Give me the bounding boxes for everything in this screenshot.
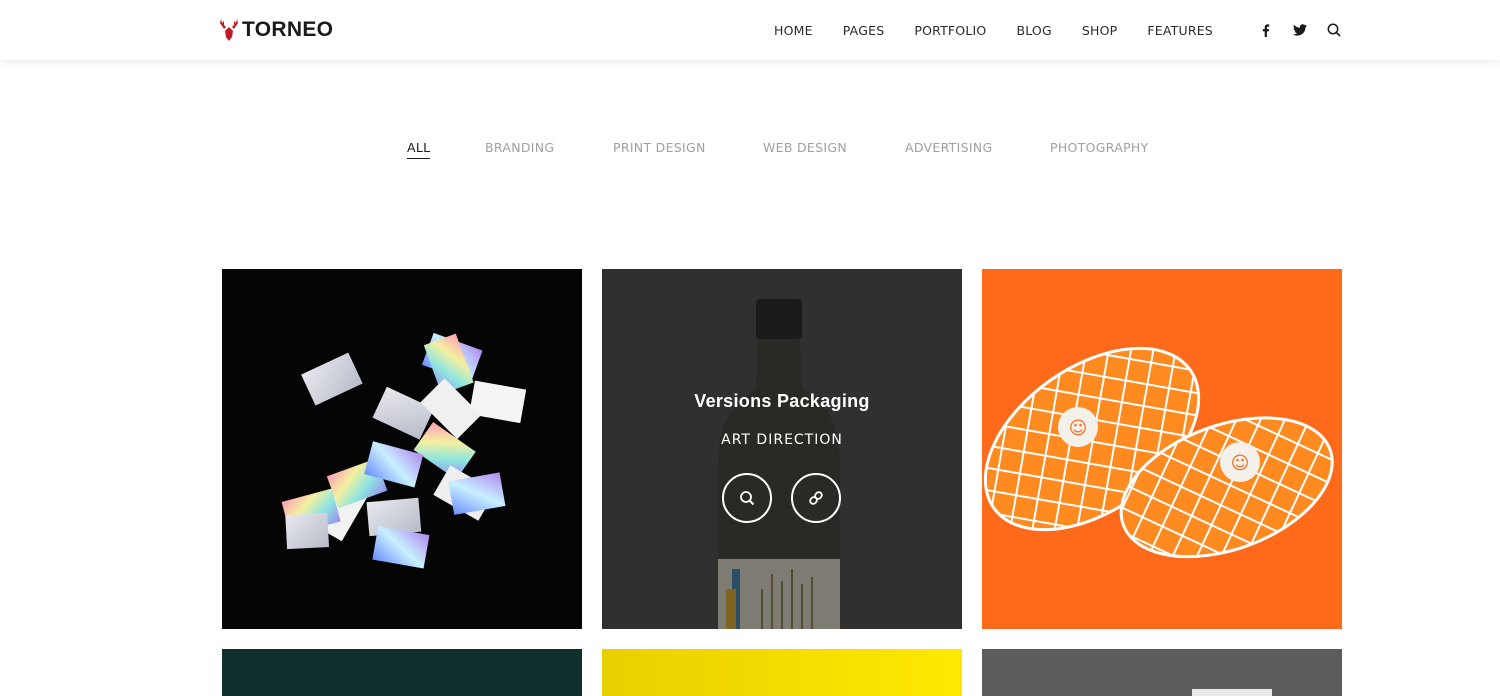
header-icons [1258,20,1342,40]
nav-item-features[interactable]: FEATURES [1147,23,1213,38]
svg-text:☺: ☺ [1231,453,1250,474]
zoom-icon [740,491,755,506]
filter-photography[interactable]: PHOTOGRAPHY [1050,140,1149,155]
nav-item-shop[interactable]: SHOP [1082,23,1118,38]
portfolio-item-versions-packaging[interactable]: Versions Packaging ART DIRECTION [602,269,962,629]
portfolio-item[interactable]: ☺ ☺ [982,269,1342,629]
hover-overlay: Versions Packaging ART DIRECTION [602,269,962,629]
brand-name: TORNEO [242,18,334,41]
filter-all[interactable]: ALL [407,140,431,159]
link-button[interactable] [791,473,841,523]
portfolio-item[interactable] [982,649,1342,696]
project-title[interactable]: Versions Packaging [602,391,962,412]
nav-item-home[interactable]: HOME [774,23,813,38]
nav-item-portfolio[interactable]: PORTFOLIO [914,23,986,38]
portfolio-item[interactable] [222,649,582,696]
zoom-button[interactable] [722,473,772,523]
filter-branding[interactable]: BRANDING [485,140,554,155]
nav-item-blog[interactable]: BLOG [1016,23,1051,38]
twitter-icon[interactable] [1292,22,1308,38]
site-header: TORNEO HOME PAGES PORTFOLIO BLOG SHOP FE… [0,0,1500,60]
portfolio-item[interactable] [222,269,582,629]
product-image [982,649,1342,696]
svg-text:☺: ☺ [1069,418,1088,439]
filter-web-design[interactable]: WEB DESIGN [763,140,847,155]
facebook-icon[interactable] [1258,22,1274,38]
deer-logo-icon [220,19,238,41]
portfolio-filters: ALL BRANDING PRINT DESIGN WEB DESIGN ADV… [0,140,1500,160]
oranges-image: ☺ ☺ [983,346,1334,559]
business-cards-image [281,332,527,569]
main-nav: HOME PAGES PORTFOLIO BLOG SHOP FEATURES [774,20,1213,40]
search-icon[interactable] [1326,22,1342,38]
link-icon [809,491,823,505]
filter-print-design[interactable]: PRINT DESIGN [613,140,706,155]
portfolio-item[interactable] [602,649,962,696]
site-logo[interactable]: TORNEO [218,16,333,44]
filter-advertising[interactable]: ADVERTISING [905,140,992,155]
nav-item-pages[interactable]: PAGES [843,23,885,38]
project-category: ART DIRECTION [721,432,843,448]
